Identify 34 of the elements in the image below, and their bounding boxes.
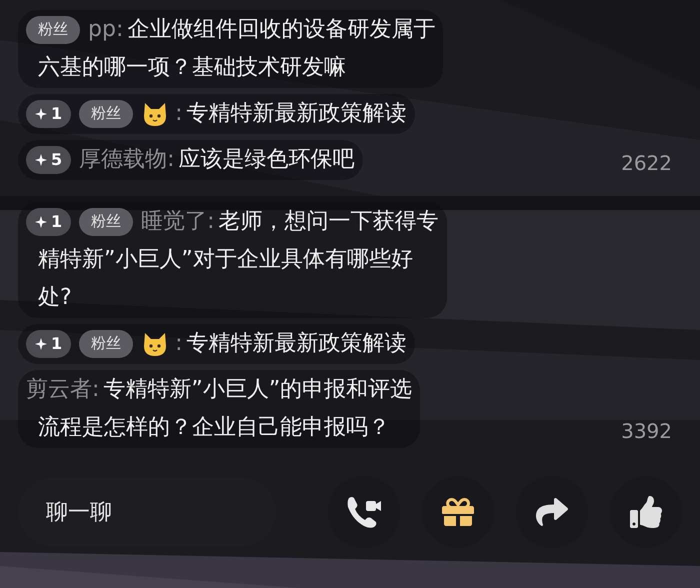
message-text: 流程是怎样的？企业自己能申报吗？: [38, 415, 390, 440]
share-arrow-icon: [536, 496, 568, 528]
colon: :: [116, 17, 124, 42]
message-text: 精特新”小巨人”对于企业具体有哪些好: [38, 247, 413, 272]
username[interactable]: 厚德载物: [79, 147, 168, 172]
sparkle-icon: [35, 154, 47, 166]
boost-count: 1: [51, 336, 62, 352]
message-text: 专精特新”小巨人”的申报和评选: [103, 377, 412, 402]
phone-video-icon: [346, 495, 382, 529]
boost-count: 5: [51, 152, 62, 168]
message-text: 老师，想问一下获得专: [218, 209, 439, 234]
viewer-count: 2622: [621, 150, 672, 177]
message-text: 六基的哪一项？基础技术研发嘛: [38, 55, 346, 80]
sparkle-icon: [35, 108, 47, 120]
message-text: 处?: [38, 285, 72, 310]
colon: :: [167, 147, 175, 172]
username[interactable]: pp: [88, 17, 116, 42]
colon: :: [207, 209, 215, 234]
username[interactable]: 睡觉了: [141, 209, 208, 234]
colon: :: [92, 377, 100, 402]
message-text: 应该是绿色环保吧: [178, 147, 355, 172]
viewer-count: 3392: [621, 418, 672, 445]
message-text: 专精特新最新政策解读: [186, 101, 407, 126]
username[interactable]: 剪云者: [26, 377, 92, 402]
message-text: 企业做组件回收的设备研发属于: [127, 17, 436, 42]
boost-count: 1: [51, 106, 62, 122]
sparkle-icon: [35, 216, 47, 228]
thumbs-up-icon: [630, 496, 662, 528]
colon: :: [175, 101, 183, 126]
message-text: 专精特新最新政策解读: [186, 331, 407, 356]
sparkle-icon: [35, 338, 47, 350]
colon: :: [175, 331, 183, 356]
boost-count: 1: [51, 214, 62, 230]
gift-icon: [442, 496, 474, 528]
